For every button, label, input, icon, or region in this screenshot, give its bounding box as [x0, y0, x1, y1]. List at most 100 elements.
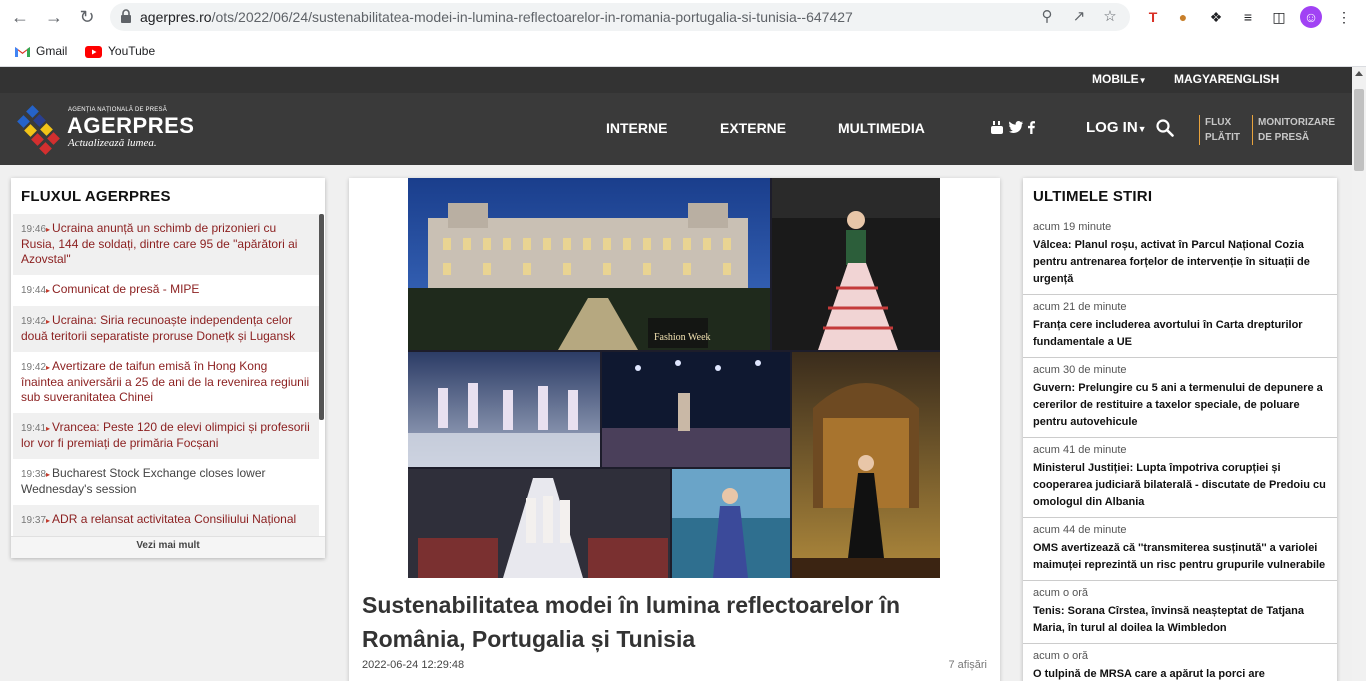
feed-title: FLUXUL AGERPRES [21, 188, 171, 205]
bookmark-gmail-label: Gmail [36, 44, 68, 58]
news-time: acum o oră [1033, 587, 1089, 599]
flux-platit-line2: PLĂTIT [1205, 132, 1240, 143]
share-icon[interactable]: ↗ [1070, 8, 1088, 26]
logo-name[interactable]: AGERPRES [67, 113, 194, 139]
feed-text: Comunicat de presă - MIPE [52, 282, 200, 296]
feed-item[interactable]: 19:42Ucraina: Siria recunoaște independe… [13, 306, 319, 352]
agerpres-feed-panel: FLUXUL AGERPRES 19:46Ucraina anunță un s… [11, 178, 325, 558]
extension-tp-icon[interactable]: T [1142, 6, 1164, 28]
article-views: 7 afișări [948, 659, 987, 671]
scroll-up-icon[interactable] [1355, 71, 1363, 76]
back-arrow-icon[interactable]: ← [8, 6, 32, 28]
feed-time: 19:41 [21, 423, 52, 434]
facebook-icon[interactable] [1028, 121, 1035, 137]
latest-news-title: ULTIMELE STIRI [1033, 188, 1153, 205]
fashion-week-caption: Fashion Week [654, 332, 711, 343]
site-header: AGENȚIA NAȚIONALĂ DE PRESĂ AGERPRES Actu… [0, 93, 1352, 165]
browser-menu-icon[interactable]: ⋮ [1333, 6, 1355, 28]
latest-news-list: acum 19 minute Vâlcea: Planul roșu, activ… [1023, 215, 1337, 681]
feed-scrollbar[interactable] [319, 214, 324, 420]
feed-item[interactable]: 19:37ADR a relansat activitatea Consiliu… [13, 505, 319, 536]
url-text: agerpres.ro/ots/2022/06/24/sustenabilita… [140, 9, 853, 25]
article-card: Fashion Week Sustenabilitatea modei în l… [349, 178, 1000, 681]
news-time: acum 21 de minute [1033, 301, 1127, 313]
search-icon[interactable] [1156, 119, 1174, 137]
latest-news-panel: ULTIMELE STIRI acum 19 minute Vâlcea: Pla… [1023, 178, 1337, 681]
bookmark-gmail[interactable]: Gmail [15, 41, 67, 61]
mobile-label: MOBILE [1092, 72, 1139, 86]
feed-item[interactable]: 19:41Vrancea: Peste 120 de elevi olimpic… [13, 413, 319, 459]
youtube-icon [85, 45, 102, 58]
site-top-bar: MOBILE▼ MAGYAR ENGLISH [0, 67, 1352, 93]
flux-platit-link[interactable]: FLUX PLĂTIT [1199, 115, 1240, 145]
bookmark-youtube[interactable]: YouTube [85, 41, 155, 61]
gmail-icon [15, 47, 30, 58]
forward-arrow-icon[interactable]: → [42, 6, 66, 28]
news-time: acum 30 de minute [1033, 364, 1127, 376]
feed-text: Bucharest Stock Exchange closes lower We… [21, 466, 266, 496]
news-item[interactable]: acum 21 de minute Franța cere includerea … [1023, 295, 1337, 358]
bookmark-star-icon[interactable]: ☆ [1101, 8, 1119, 26]
scrollbar-thumb[interactable] [1354, 89, 1364, 171]
news-headline[interactable]: OMS avertizează că ''transmiterea susțin… [1033, 540, 1327, 574]
side-panel-icon[interactable]: ◫ [1268, 6, 1290, 28]
feed-item[interactable]: 19:46Ucraina anunță un schimb de prizoni… [13, 214, 319, 275]
news-item[interactable]: acum 44 de minute OMS avertizează că ''tr… [1023, 518, 1337, 581]
feed-item[interactable]: 19:44Comunicat de presă - MIPE [13, 275, 319, 306]
address-bar[interactable]: agerpres.ro/ots/2022/06/24/sustenabilita… [110, 3, 1130, 31]
profile-avatar-icon[interactable]: ☺ [1300, 6, 1322, 28]
feed-list[interactable]: 19:46Ucraina anunță un schimb de prizoni… [13, 214, 319, 536]
nav-interne[interactable]: INTERNE [606, 120, 667, 136]
bookmarks-bar: Gmail YouTube [0, 35, 1366, 67]
magyar-link[interactable]: MAGYAR [1174, 67, 1226, 93]
extensions-puzzle-icon[interactable]: ❖ [1205, 6, 1227, 28]
caret-down-icon: ▼ [1137, 124, 1147, 134]
see-more-button[interactable]: Vezi mai mult [11, 536, 325, 558]
article-image-collage[interactable]: Fashion Week [408, 178, 940, 578]
news-headline[interactable]: Tenis: Sorana Cîrstea, învinsă neaștepta… [1033, 603, 1327, 637]
monitorizare-presa-link[interactable]: MONITORIZARE DE PRESĂ [1252, 115, 1335, 145]
news-item[interactable]: acum 19 minute Vâlcea: Planul roșu, activ… [1023, 215, 1337, 295]
feed-time: 19:42 [21, 316, 52, 327]
news-item[interactable]: acum 30 de minute Guvern: Prelungire cu 5… [1023, 358, 1337, 438]
feed-time: 19:38 [21, 469, 52, 480]
feed-item[interactable]: 19:38Bucharest Stock Exchange closes low… [13, 459, 319, 505]
browser-toolbar: ← → ↻ agerpres.ro/ots/2022/06/24/sustena… [0, 0, 1366, 35]
monitorizare-line2: DE PRESĂ [1258, 132, 1310, 143]
news-headline[interactable]: Franța cere includerea avortului în Cart… [1033, 317, 1327, 351]
page-scrollbar[interactable] [1352, 67, 1366, 681]
news-headline[interactable]: Ministerul Justiției: Lupta împotriva co… [1033, 460, 1327, 511]
mobile-menu[interactable]: MOBILE▼ [1092, 67, 1147, 93]
news-headline[interactable]: O tulpină de MRSA care a apărut la porci… [1033, 666, 1327, 681]
news-item[interactable]: acum 41 de minute Ministerul Justiției: L… [1023, 438, 1337, 518]
article-title: Sustenabilitatea modei în lumina reflect… [362, 592, 901, 652]
news-headline[interactable]: Guvern: Prelungire cu 5 ani a termenului… [1033, 380, 1327, 431]
login-menu[interactable]: LOG IN▼ [1086, 119, 1147, 136]
feed-text: Vrancea: Peste 120 de elevi olimpici și … [21, 420, 310, 450]
twitter-icon[interactable] [1009, 121, 1023, 136]
url-path: /ots/2022/06/24/sustenabilitatea-modei-i… [211, 9, 853, 25]
feed-text: Avertizare de taifun emisă în Hong Kong … [21, 359, 310, 404]
nav-multimedia[interactable]: MULTIMEDIA [838, 120, 925, 136]
agerpres-logo-icon[interactable] [16, 105, 62, 157]
feed-item[interactable]: 19:42Avertizare de taifun emisă în Hong … [13, 352, 319, 413]
news-time: acum 44 de minute [1033, 524, 1127, 536]
extension-cookie-icon[interactable]: ● [1172, 6, 1194, 28]
news-item[interactable]: acum o oră Tenis: Sorana Cîrstea, învinsă… [1023, 581, 1337, 644]
news-headline[interactable]: Vâlcea: Planul roșu, activat în Parcul N… [1033, 237, 1327, 288]
feed-text: ADR a relansat activitatea Consiliului N… [52, 512, 297, 526]
nav-externe[interactable]: EXTERNE [720, 120, 786, 136]
feed-time: 19:46 [21, 224, 52, 235]
bookmark-youtube-label: YouTube [108, 44, 156, 58]
news-time: acum 19 minute [1033, 221, 1112, 233]
news-item[interactable]: acum o oră O tulpină de MRSA care a apăru… [1023, 644, 1337, 681]
monitorizare-line1: MONITORIZARE [1258, 117, 1336, 128]
lock-icon [121, 9, 131, 23]
english-link[interactable]: ENGLISH [1226, 67, 1279, 93]
media-controls-icon[interactable]: ≡ [1237, 6, 1259, 28]
reload-icon[interactable]: ↻ [75, 6, 99, 28]
youtube-social-icon[interactable] [991, 121, 1003, 137]
feed-text: Ucraina: Siria recunoaște independența c… [21, 313, 296, 343]
zoom-icon[interactable]: ⚲ [1038, 8, 1056, 26]
feed-time: 19:42 [21, 362, 52, 373]
